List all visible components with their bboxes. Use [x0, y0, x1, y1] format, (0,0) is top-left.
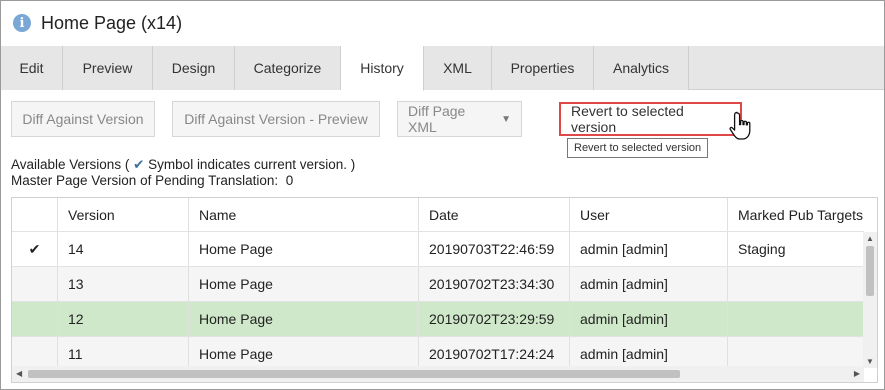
current-version-check-icon: ✔ [12, 232, 58, 266]
versions-table: Version Name Date User Marked Pub Target… [11, 197, 878, 383]
current-version-check-icon [12, 267, 58, 301]
tab-design[interactable]: Design [153, 46, 235, 90]
horizontal-scroll-thumb[interactable] [28, 370, 680, 378]
pub-targets-cell [728, 267, 864, 301]
tab-history[interactable]: History [341, 46, 424, 91]
date-cell: 20190702T23:34:30 [419, 267, 570, 301]
diff-against-version-preview-button[interactable]: Diff Against Version - Preview [172, 101, 380, 137]
table-row[interactable]: ✔ 14 Home Page 20190703T22:46:59 admin [… [12, 232, 864, 267]
table-row-selected[interactable]: 12 Home Page 20190702T23:29:59 admin [ad… [12, 302, 864, 337]
tab-xml[interactable]: XML [424, 46, 492, 90]
info-icon: i [13, 14, 31, 32]
scroll-left-arrow-icon[interactable]: ◀ [16, 369, 22, 378]
name-cell: Home Page [189, 267, 419, 301]
tab-analytics[interactable]: Analytics [594, 46, 689, 90]
column-header-version[interactable]: Version [58, 198, 189, 231]
diff-page-xml-dropdown[interactable]: Diff Page XML ▼ [397, 101, 522, 137]
user-cell: admin [admin] [570, 267, 728, 301]
caret-down-icon: ▼ [501, 113, 511, 125]
vertical-scroll-thumb[interactable] [866, 246, 874, 296]
name-cell: Home Page [189, 232, 419, 266]
diff-against-version-label: Diff Against Version [22, 111, 144, 127]
master-version-line: Master Page Version of Pending Translati… [11, 173, 294, 188]
column-header-marked-pub-targets[interactable]: Marked Pub Targets [728, 198, 864, 231]
version-cell: 12 [58, 302, 189, 336]
column-header-user[interactable]: User [570, 198, 728, 231]
horizontal-scrollbar[interactable]: ◀ ▶ [12, 366, 864, 382]
scroll-down-arrow-icon[interactable]: ▼ [866, 357, 874, 366]
diff-against-version-preview-label: Diff Against Version - Preview [184, 111, 368, 127]
title-bar: i Home Page (x14) [1, 1, 884, 45]
date-cell: 20190702T23:29:59 [419, 302, 570, 336]
hand-cursor-icon [729, 111, 751, 140]
available-versions-line: Available Versions ( ✔ Symbol indicates … [11, 157, 356, 172]
user-cell: admin [admin] [570, 232, 728, 266]
table-row[interactable]: 13 Home Page 20190702T23:34:30 admin [ad… [12, 267, 864, 302]
revert-tooltip: Revert to selected version [567, 138, 709, 158]
column-header-current[interactable] [12, 198, 58, 231]
scroll-right-arrow-icon[interactable]: ▶ [854, 369, 860, 378]
diff-page-xml-label: Diff Page XML [408, 103, 466, 135]
current-version-check-icon [12, 302, 58, 336]
table-header: Version Name Date User Marked Pub Target… [12, 198, 864, 232]
name-cell: Home Page [189, 302, 419, 336]
tab-properties[interactable]: Properties [492, 46, 594, 90]
master-version-value: 0 [285, 173, 294, 188]
user-cell: admin [admin] [570, 302, 728, 336]
pub-targets-cell: Staging [738, 241, 786, 257]
checkmark-icon: ✔ [133, 157, 145, 172]
vertical-scrollbar[interactable]: ▲ ▼ [863, 232, 877, 368]
diff-against-version-button[interactable]: Diff Against Version [11, 101, 155, 137]
history-dialog: i Home Page (x14) Edit Preview Design Ca… [0, 0, 885, 390]
revert-to-selected-version-button[interactable]: Revert to selected version [559, 102, 742, 136]
version-cell: 13 [58, 267, 189, 301]
date-cell: 20190703T22:46:59 [419, 232, 570, 266]
pub-targets-cell [728, 302, 864, 336]
version-info: Available Versions ( ✔ Symbol indicates … [11, 157, 355, 189]
tab-bar: Edit Preview Design Categorize History X… [1, 46, 884, 91]
tab-edit[interactable]: Edit [1, 46, 63, 90]
scroll-up-arrow-icon[interactable]: ▲ [866, 234, 874, 243]
column-header-date[interactable]: Date [419, 198, 570, 231]
tab-preview[interactable]: Preview [63, 46, 153, 90]
version-cell: 14 [58, 232, 189, 266]
window-title: Home Page (x14) [41, 12, 183, 33]
column-header-name[interactable]: Name [189, 198, 419, 231]
tab-categorize[interactable]: Categorize [235, 46, 341, 90]
revert-label: Revert to selected version [571, 103, 684, 135]
